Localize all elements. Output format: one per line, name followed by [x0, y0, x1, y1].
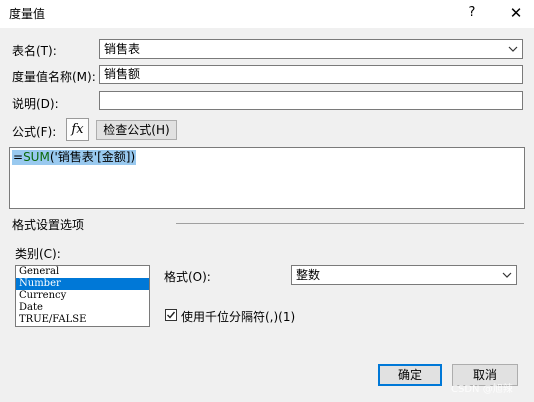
section-divider	[176, 223, 524, 224]
formula-operator: =	[13, 150, 24, 164]
chevron-down-icon	[502, 272, 512, 278]
category-item-currency[interactable]: Currency	[16, 290, 149, 302]
ok-button[interactable]: 确定	[378, 364, 442, 386]
category-item-general[interactable]: General	[16, 266, 149, 278]
category-listbox[interactable]: General Number Currency Date TRUE/FALSE	[15, 265, 150, 327]
measure-name-field[interactable]: 销售额	[99, 65, 523, 84]
fx-function-button[interactable]: fx	[66, 118, 89, 141]
check-formula-button[interactable]: 检查公式(H)	[96, 120, 177, 140]
table-name-label: 表名(T):	[12, 44, 57, 58]
thousands-separator-label: 使用千位分隔符(,)(1)	[181, 310, 296, 324]
help-button[interactable]: ?	[458, 2, 486, 24]
format-value: 整数	[296, 268, 321, 282]
description-field[interactable]	[99, 91, 523, 110]
formula-text: =SUM('销售表'[金额])	[12, 150, 137, 165]
category-item-number[interactable]: Number	[16, 278, 149, 290]
formula-editor[interactable]: =SUM('销售表'[金额])	[9, 147, 525, 209]
thousands-separator-checkbox[interactable]	[165, 309, 177, 321]
checkmark-icon	[167, 311, 176, 319]
category-item-true-false[interactable]: TRUE/FALSE	[16, 314, 149, 326]
category-label: 类别(C):	[15, 247, 61, 261]
dialog-title: 度量值	[9, 7, 46, 21]
formula-function: SUM	[23, 150, 50, 164]
format-select[interactable]: 整数	[291, 265, 517, 285]
description-label: 说明(D):	[12, 97, 59, 111]
table-name-value: 销售表	[104, 42, 141, 56]
format-section-title: 格式设置选项	[12, 218, 85, 232]
close-button[interactable]: ✕	[502, 2, 530, 24]
formula-label: 公式(F):	[12, 125, 57, 139]
table-name-select[interactable]: 销售表	[99, 39, 523, 59]
format-label: 格式(O):	[164, 270, 211, 284]
category-item-date[interactable]: Date	[16, 302, 149, 314]
chevron-down-icon	[508, 46, 518, 52]
formula-args: ('销售表'[金额])	[49, 150, 136, 164]
title-bar	[0, 0, 534, 28]
measure-name-label: 度量值名称(M):	[12, 70, 96, 84]
csdn-watermark: CSDN @旭辣	[451, 384, 513, 395]
